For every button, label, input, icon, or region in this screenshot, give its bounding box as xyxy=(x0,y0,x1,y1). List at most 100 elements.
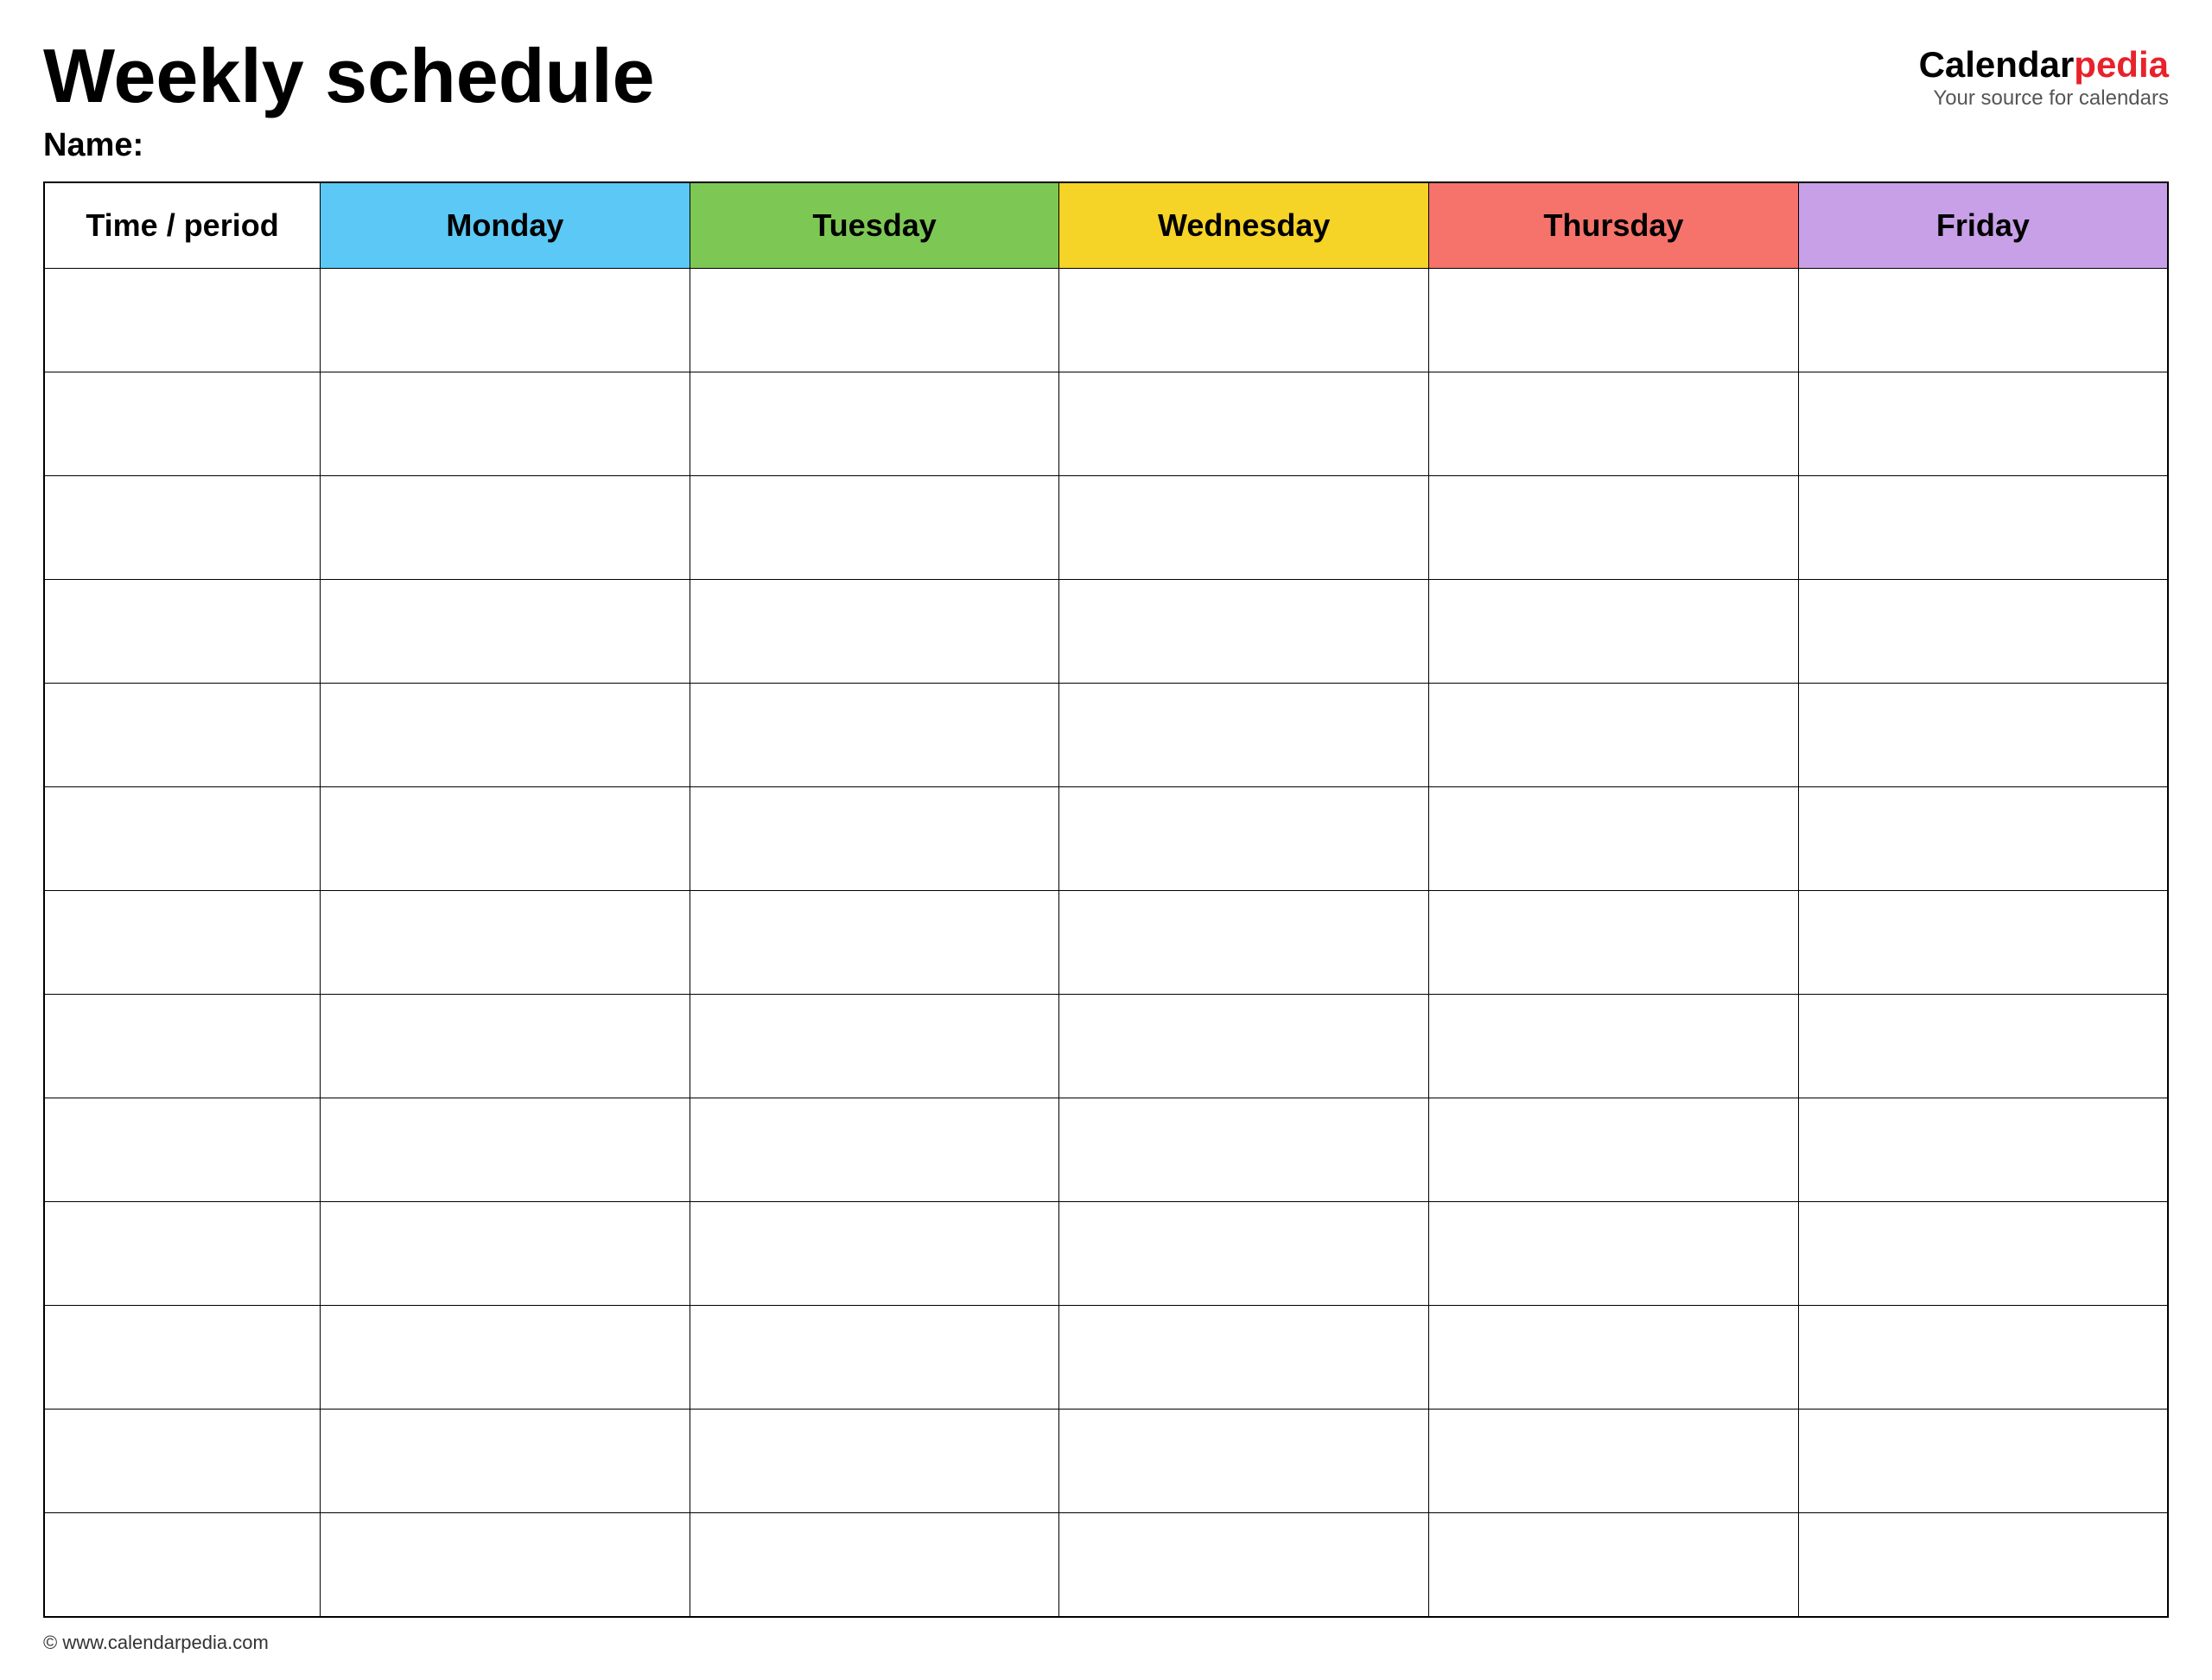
logo-calendar: Calendar xyxy=(1919,44,2075,85)
table-cell[interactable] xyxy=(1798,1513,2168,1617)
table-cell[interactable] xyxy=(1059,372,1429,476)
table-cell[interactable] xyxy=(690,476,1059,580)
table-cell[interactable] xyxy=(690,1202,1059,1306)
title-area: Weekly schedule Name: xyxy=(43,35,655,164)
table-cell[interactable] xyxy=(1798,684,2168,787)
footer: © www.calendarpedia.com xyxy=(43,1632,2169,1654)
table-cell[interactable] xyxy=(44,787,321,891)
table-cell[interactable] xyxy=(1059,891,1429,995)
table-cell[interactable] xyxy=(1059,269,1429,372)
table-cell[interactable] xyxy=(1798,1098,2168,1202)
table-cell[interactable] xyxy=(1059,684,1429,787)
table-cell[interactable] xyxy=(321,1202,690,1306)
table-cell[interactable] xyxy=(1059,787,1429,891)
table-cell[interactable] xyxy=(44,1410,321,1513)
table-cell[interactable] xyxy=(321,1513,690,1617)
table-cell[interactable] xyxy=(44,995,321,1098)
table-row xyxy=(44,269,2168,372)
table-cell[interactable] xyxy=(1429,684,1799,787)
table-cell[interactable] xyxy=(1798,476,2168,580)
table-cell[interactable] xyxy=(690,1306,1059,1410)
table-cell[interactable] xyxy=(321,269,690,372)
table-row xyxy=(44,1098,2168,1202)
logo-text: Calendarpedia xyxy=(1919,43,2169,86)
table-cell[interactable] xyxy=(1798,1202,2168,1306)
table-cell[interactable] xyxy=(1429,580,1799,684)
logo-pedia: pedia xyxy=(2074,44,2169,85)
table-cell[interactable] xyxy=(690,891,1059,995)
table-cell[interactable] xyxy=(321,891,690,995)
table-row xyxy=(44,1513,2168,1617)
table-cell[interactable] xyxy=(44,476,321,580)
page-title: Weekly schedule xyxy=(43,35,655,118)
table-cell[interactable] xyxy=(1798,995,2168,1098)
table-cell[interactable] xyxy=(1429,787,1799,891)
table-cell[interactable] xyxy=(321,476,690,580)
header-friday: Friday xyxy=(1798,182,2168,269)
table-cell[interactable] xyxy=(690,684,1059,787)
table-cell[interactable] xyxy=(1798,269,2168,372)
table-cell[interactable] xyxy=(690,1513,1059,1617)
table-cell[interactable] xyxy=(44,1202,321,1306)
table-cell[interactable] xyxy=(321,1306,690,1410)
table-cell[interactable] xyxy=(1798,580,2168,684)
table-cell[interactable] xyxy=(690,580,1059,684)
table-cell[interactable] xyxy=(1059,995,1429,1098)
name-label: Name: xyxy=(43,127,655,164)
table-cell[interactable] xyxy=(44,372,321,476)
table-cell[interactable] xyxy=(690,995,1059,1098)
table-cell[interactable] xyxy=(1059,1410,1429,1513)
table-cell[interactable] xyxy=(44,1513,321,1617)
table-cell[interactable] xyxy=(1429,269,1799,372)
table-cell[interactable] xyxy=(1059,1202,1429,1306)
table-cell[interactable] xyxy=(321,787,690,891)
table-cell[interactable] xyxy=(44,891,321,995)
table-cell[interactable] xyxy=(1429,891,1799,995)
table-cell[interactable] xyxy=(690,1098,1059,1202)
table-cell[interactable] xyxy=(44,1306,321,1410)
table-cell[interactable] xyxy=(1059,1306,1429,1410)
header-time: Time / period xyxy=(44,182,321,269)
logo-area: Calendarpedia Your source for calendars xyxy=(1919,43,2169,111)
table-cell[interactable] xyxy=(1429,1513,1799,1617)
header-tuesday: Tuesday xyxy=(690,182,1059,269)
table-row xyxy=(44,1306,2168,1410)
table-cell[interactable] xyxy=(44,684,321,787)
table-cell[interactable] xyxy=(1798,372,2168,476)
table-cell[interactable] xyxy=(1429,1306,1799,1410)
table-row xyxy=(44,1410,2168,1513)
table-cell[interactable] xyxy=(1429,995,1799,1098)
table-cell[interactable] xyxy=(321,684,690,787)
table-cell[interactable] xyxy=(1059,476,1429,580)
table-row xyxy=(44,372,2168,476)
table-cell[interactable] xyxy=(1798,1306,2168,1410)
table-cell[interactable] xyxy=(690,1410,1059,1513)
table-cell[interactable] xyxy=(1059,1513,1429,1617)
table-cell[interactable] xyxy=(321,995,690,1098)
table-cell[interactable] xyxy=(1798,787,2168,891)
table-cell[interactable] xyxy=(690,269,1059,372)
table-row xyxy=(44,891,2168,995)
table-cell[interactable] xyxy=(1429,1202,1799,1306)
table-cell[interactable] xyxy=(44,1098,321,1202)
table-cell[interactable] xyxy=(690,372,1059,476)
table-cell[interactable] xyxy=(1429,372,1799,476)
table-cell[interactable] xyxy=(44,269,321,372)
table-cell[interactable] xyxy=(321,372,690,476)
table-cell[interactable] xyxy=(44,580,321,684)
table-cell[interactable] xyxy=(1798,891,2168,995)
table-row xyxy=(44,995,2168,1098)
table-cell[interactable] xyxy=(1059,580,1429,684)
table-cell[interactable] xyxy=(1798,1410,2168,1513)
table-cell[interactable] xyxy=(1429,1410,1799,1513)
table-cell[interactable] xyxy=(321,580,690,684)
table-row xyxy=(44,684,2168,787)
table-cell[interactable] xyxy=(321,1410,690,1513)
table-cell[interactable] xyxy=(321,1098,690,1202)
table-cell[interactable] xyxy=(1059,1098,1429,1202)
table-cell[interactable] xyxy=(1429,476,1799,580)
table-cell[interactable] xyxy=(1429,1098,1799,1202)
header-wednesday: Wednesday xyxy=(1059,182,1429,269)
table-cell[interactable] xyxy=(690,787,1059,891)
table-row xyxy=(44,580,2168,684)
